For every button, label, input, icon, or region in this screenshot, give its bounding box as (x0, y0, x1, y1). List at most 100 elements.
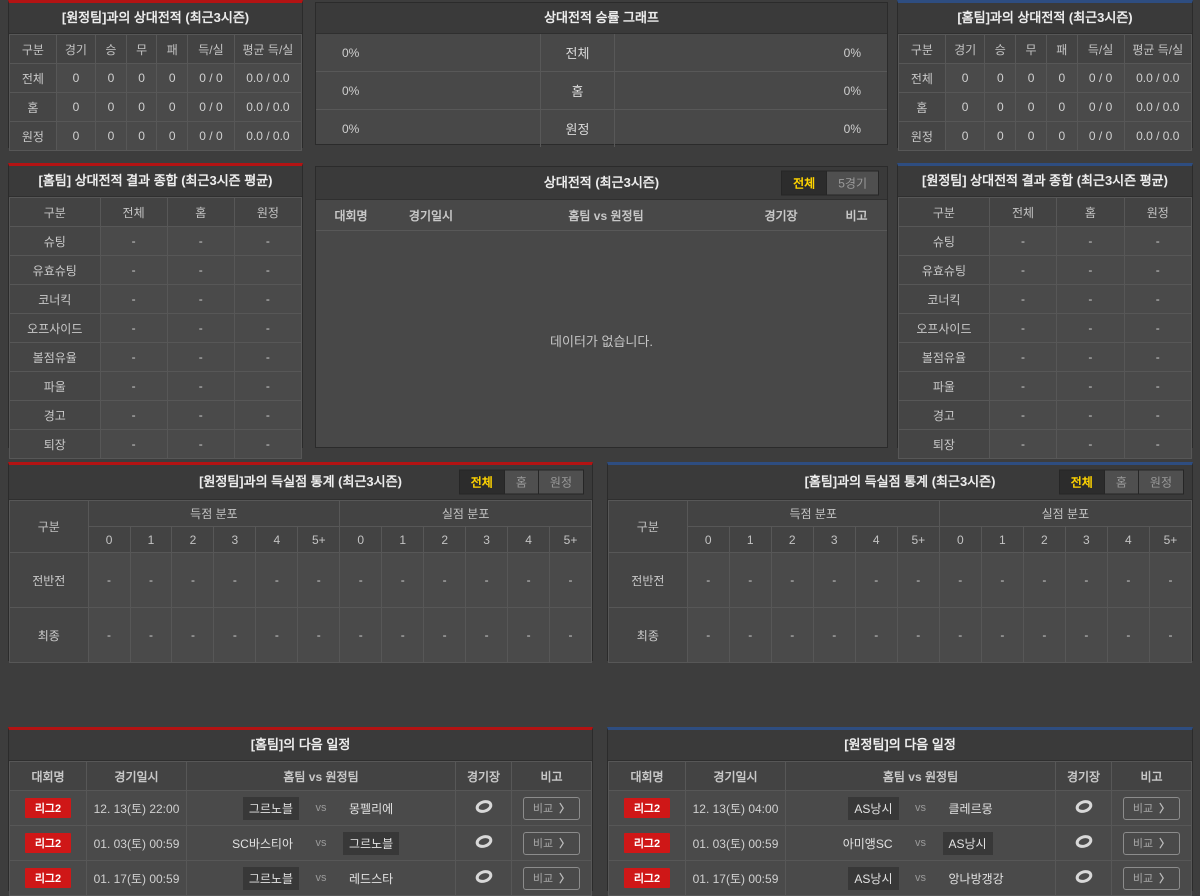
table-row: 유효슈팅 - - - (9, 255, 303, 285)
league-badge: 리그2 (24, 833, 72, 853)
stat-cell: 0 / 0 (187, 92, 235, 122)
stat-cell: 0 (156, 121, 189, 151)
away-team-name: 앙나방갱강 (948, 871, 1004, 886)
column-header: 홈 (1056, 197, 1125, 227)
stat-cell: - (1056, 342, 1125, 372)
row-label: 원정 (9, 121, 57, 151)
column-header: 평균 득/실 (233, 34, 303, 64)
column-header: 경기장 (455, 761, 512, 791)
score-column-header: 0 (339, 526, 383, 553)
stat-cell: - (1056, 429, 1125, 459)
row-label: 최종 (9, 607, 89, 663)
stat-cell: - (1123, 313, 1193, 343)
tab-home[interactable]: 홈 (1103, 470, 1138, 494)
panel-title: [원정팀]과의 득실점 통계 (최근3시즌) (199, 474, 402, 489)
stat-cell: - (381, 552, 425, 608)
tab-all[interactable]: 전체 (459, 470, 504, 494)
stat-cell: - (129, 607, 173, 663)
stadium-icon[interactable] (1074, 834, 1094, 852)
stadium-icon[interactable] (474, 799, 494, 817)
tab-home[interactable]: 홈 (503, 470, 538, 494)
panel-title-bar: 상대전적 (최근3시즌) 전체 5경기 (316, 167, 887, 200)
panel-away-next-schedule: [원정팀]의 다음 일정 대회명 경기일시 홈팀 vs 원정팀 경기장 비고 리… (607, 727, 1193, 896)
score-column-header: 2 (770, 526, 814, 553)
tab-all[interactable]: 전체 (1059, 470, 1104, 494)
score-column-header: 0 (938, 526, 982, 553)
chevron-right-icon: 〉 (1159, 837, 1171, 850)
row-label: 오프사이드 (9, 313, 101, 343)
goals-home-tab-group: 전체 홈 원정 (1058, 469, 1184, 495)
stat-cell: 0 (95, 121, 127, 151)
goals-away-tab-group: 전체 홈 원정 (458, 469, 584, 495)
compare-button[interactable]: 비교 〉 (1122, 866, 1181, 890)
stat-cell: - (1056, 400, 1125, 430)
stat-cell: - (1064, 607, 1108, 663)
stadium-icon[interactable] (474, 834, 494, 852)
schedule-row: 리그2 01. 17(토) 00:59 그르노블 vs 레드스타 비교 〉 (9, 860, 592, 896)
panel-title: 상대전적 (최근3시즌) (543, 175, 660, 190)
stat-cell: - (233, 226, 303, 256)
table-row: 홈 0 0 0 0 0 / 0 0.0 / 0.0 (898, 92, 1193, 122)
stadium-icon[interactable] (1074, 799, 1094, 817)
compare-button[interactable]: 비교 〉 (522, 796, 581, 820)
winrate-right-value: 0% (843, 121, 861, 136)
score-column-header: 3 (812, 526, 856, 553)
stat-cell: - (1123, 429, 1193, 459)
stadium-icon[interactable] (474, 869, 494, 887)
league-badge: 리그2 (623, 833, 671, 853)
column-header: 구분 (608, 500, 688, 553)
column-header: 구분 (898, 197, 990, 227)
stat-cell: - (896, 552, 940, 608)
stat-cell: - (166, 342, 235, 372)
column-header: 구분 (9, 34, 57, 64)
empty-state-message: 데이터가 없습니다. (550, 333, 653, 349)
compare-button[interactable]: 비교 〉 (522, 866, 581, 890)
score-column-header: 5+ (549, 526, 592, 553)
column-header: 경기장 (764, 208, 798, 223)
table-row: 오프사이드 - - - (898, 313, 1193, 343)
stat-cell: - (166, 284, 235, 314)
stadium-icon[interactable] (1074, 869, 1094, 887)
row-label: 경고 (9, 400, 101, 430)
schedule-row: 리그2 12. 13(토) 22:00 그르노블 vs 몽펠리에 비교 〉 (9, 790, 592, 826)
compare-button[interactable]: 비교 〉 (1122, 796, 1181, 820)
tab-away[interactable]: 원정 (1137, 470, 1183, 494)
stat-cell: 0 (95, 63, 127, 93)
home-team-name: 아미앵SC (842, 836, 893, 851)
stat-cell: - (812, 552, 856, 608)
match-teams: SC바스티아 vs 그르노블 (188, 831, 455, 855)
stat-cell: 0 / 0 (1076, 63, 1125, 93)
group-header-scored: 득점 분포 (87, 500, 341, 527)
winrate-left-value: 0% (342, 83, 360, 98)
compare-button[interactable]: 비교 〉 (1122, 831, 1181, 855)
table-row: 전반전 - - - - - - - - - - - - (9, 552, 592, 608)
home-schedule-table: 대회명 경기일시 홈팀 vs 원정팀 경기장 비고 리그2 12. 13(토) … (9, 761, 592, 896)
score-column-header: 2 (1022, 526, 1066, 553)
tab-last5[interactable]: 5경기 (826, 171, 878, 195)
stat-cell: - (99, 429, 168, 459)
stat-cell: - (770, 607, 814, 663)
table-row: 파울 - - - (898, 371, 1193, 401)
match-datetime: 01. 03(토) 00:59 (685, 825, 786, 861)
schedule-row: 리그2 01. 03(토) 00:59 아미앵SC vs AS낭시 비교 〉 (608, 825, 1192, 861)
stat-cell: - (465, 607, 509, 663)
tab-all[interactable]: 전체 (782, 171, 827, 195)
away-team-name: 클레르몽 (948, 801, 993, 816)
stat-cell: - (166, 255, 235, 285)
stat-cell: - (166, 371, 235, 401)
home-team-name: AS낭시 (848, 866, 899, 890)
score-column-header: 4 (507, 526, 551, 553)
compare-button[interactable]: 비교 〉 (522, 831, 581, 855)
chevron-right-icon: 〉 (559, 837, 571, 850)
table-row: 슈팅 - - - (9, 226, 303, 256)
column-header: 득/실 (1076, 34, 1125, 64)
stat-cell: - (1123, 400, 1193, 430)
stat-cell: 0.0 / 0.0 (233, 92, 303, 122)
tab-away[interactable]: 원정 (537, 470, 583, 494)
row-label: 전체 (9, 63, 57, 93)
column-header: 패 (156, 34, 189, 64)
stat-cell: - (99, 226, 168, 256)
stat-cell: 0 (55, 92, 97, 122)
panel-home-result-summary: [홈팀] 상대전적 결과 종합 (최근3시즌 평균) 구분 전체 홈 원정 슈팅… (8, 163, 303, 459)
stat-cell: 0 (95, 92, 127, 122)
